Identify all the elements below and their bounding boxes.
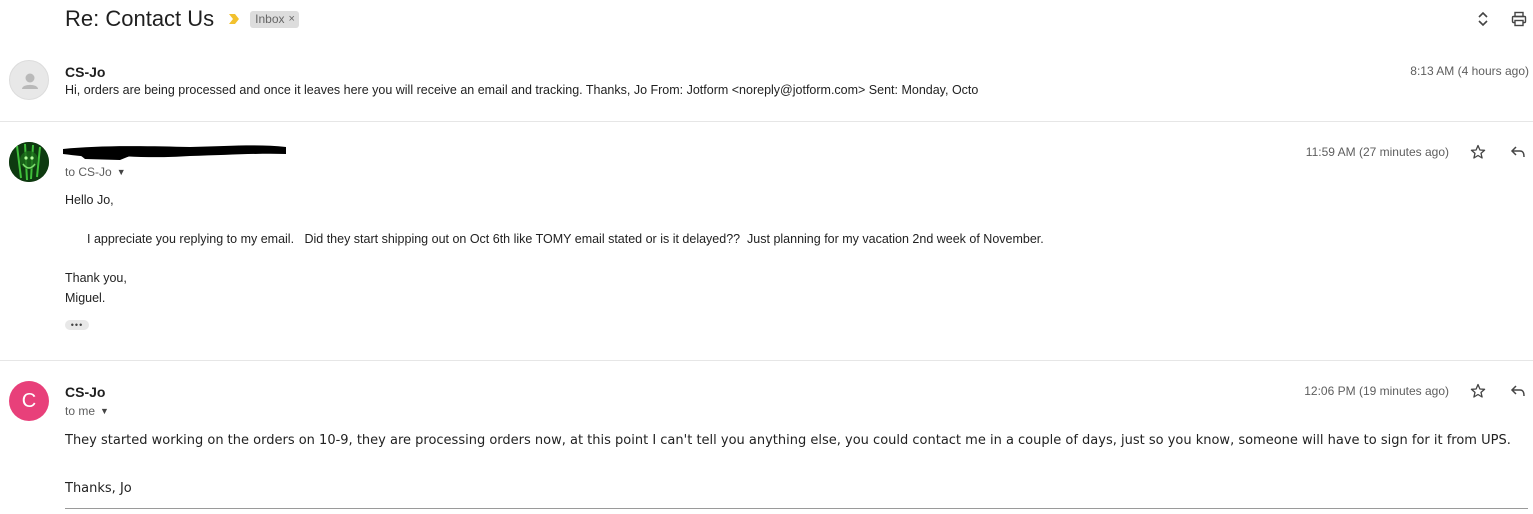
caret-down-icon: ▼ — [100, 406, 109, 416]
message-snippet: Hi, orders are being processed and once … — [65, 83, 979, 97]
caret-down-icon: ▼ — [116, 167, 126, 177]
green-photo-avatar — [9, 142, 49, 182]
inbox-label-chip[interactable]: Inbox × — [250, 10, 299, 28]
star-icon[interactable] — [1467, 380, 1489, 402]
email-paragraph: They started working on the orders on 10… — [65, 433, 1511, 448]
expand-collapse-icon[interactable] — [1471, 8, 1495, 30]
email-paragraph: I appreciate you replying to my email. D… — [87, 232, 1044, 246]
thread-subject: Re: Contact Us — [65, 6, 215, 31]
message-time: 11:59 AM (27 minutes ago) — [1305, 145, 1449, 159]
sender-letter-avatar: C — [9, 381, 49, 421]
default-person-avatar — [9, 60, 49, 100]
thread-header: Re: Contact Us Inbox × — [65, 4, 299, 34]
reply-icon[interactable] — [1507, 141, 1529, 163]
show-trimmed-content-button[interactable]: ••• — [65, 320, 89, 330]
email-signature: Miguel. — [65, 291, 106, 305]
recipient-text: to CS-Jo — [65, 165, 112, 179]
star-icon[interactable] — [1467, 141, 1489, 163]
message-collapsed[interactable]: CS-Jo Hi, orders are being processed and… — [0, 56, 1533, 120]
print-icon[interactable] — [1507, 8, 1531, 30]
inbox-label-text: Inbox — [255, 11, 285, 26]
recipient-details-toggle[interactable]: to me ▼ — [65, 404, 109, 418]
recipient-text: to me — [65, 404, 96, 418]
message-footer-divider — [65, 508, 1528, 509]
email-greeting: Hello Jo, — [65, 193, 114, 207]
redacted-sender — [63, 145, 286, 160]
message-expanded: C CS-Jo to me ▼ 12:06 PM (19 minutes ago… — [0, 361, 1533, 514]
message-expanded: to CS-Jo ▼ 11:59 AM (27 minutes ago) Hel… — [0, 122, 1533, 360]
message-time: 12:06 PM (19 minutes ago) — [1304, 384, 1449, 398]
remove-label-icon[interactable]: × — [289, 13, 295, 25]
recipient-details-toggle[interactable]: to CS-Jo ▼ — [65, 165, 126, 179]
importance-marker-icon[interactable] — [228, 13, 240, 25]
thread-toolbar — [1459, 8, 1533, 30]
reply-icon[interactable] — [1507, 380, 1529, 402]
email-closing: Thank you, — [65, 271, 127, 285]
sender-name: CS-Jo — [65, 64, 106, 80]
message-time: 8:13 AM (4 hours ago) — [1410, 64, 1529, 78]
email-signoff: Thanks, Jo — [65, 481, 132, 496]
sender-name: CS-Jo — [65, 384, 106, 400]
